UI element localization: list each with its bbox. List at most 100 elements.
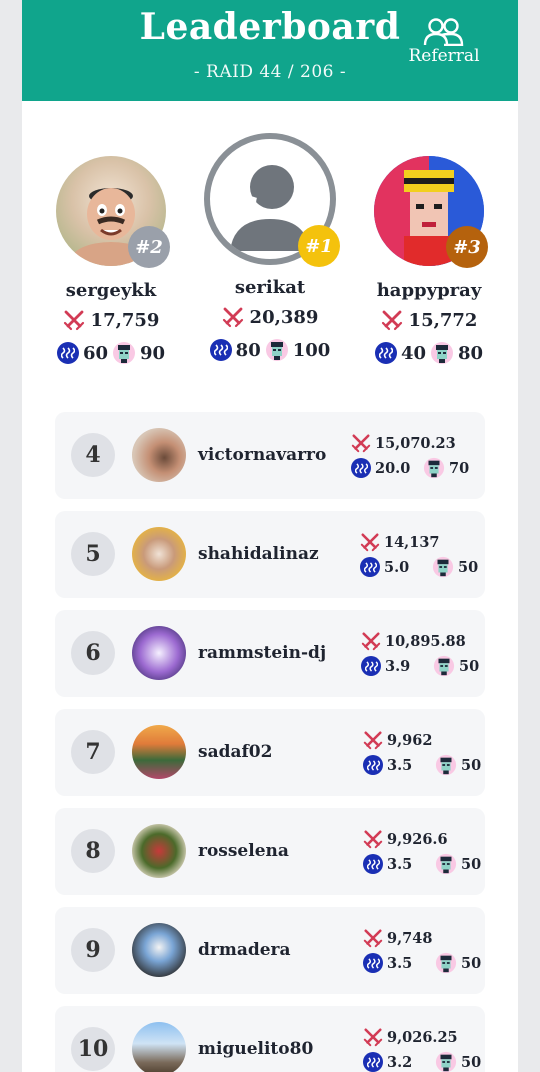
score-value: 10,895.88 [385,632,466,650]
avatar: #2 [56,156,170,268]
steem-icon [361,656,381,676]
steem-value: 60 [82,342,108,364]
rank-number: 5 [71,532,115,576]
row-stats: 14,137 5.0 50 [360,531,478,579]
steem-icon [351,458,371,478]
username[interactable]: rammstein-dj [198,610,326,697]
podium-second[interactable]: #2 sergeykk 17,759 60 90 [36,156,186,365]
token-value: 70 [449,459,470,477]
token-value: 50 [461,756,482,774]
leaderboard-row[interactable]: 7 sadaf02 9,962 3.5 50 [55,709,485,796]
rank-number: 9 [71,928,115,972]
steem-value: 3.5 [387,855,413,873]
podium-score: 15,772 [354,309,504,331]
podium-name: serikat [234,277,306,298]
steem-value: 20.0 [375,459,411,477]
score-value: 9,926.6 [387,830,448,848]
referral-button[interactable]: Referral [402,18,486,66]
podium-name: sergeykk [65,280,157,301]
rank-badge: #3 [446,226,488,268]
token-value: 90 [140,342,166,364]
username[interactable]: drmadera [198,907,291,994]
leaderboard-row[interactable]: 10 miguelito80 9,026.25 3.2 50 [55,1006,485,1072]
username[interactable]: rosselena [198,808,289,895]
leaderboard-row[interactable]: 4 victornavarro 15,070.23 20.0 70 [55,412,485,499]
score-value: 14,137 [384,533,440,551]
steem-value: 3.5 [387,756,413,774]
steem-icon [363,755,383,775]
crossed-swords-icon [222,307,243,328]
token-face-icon [435,853,457,875]
avatar [132,1022,186,1072]
podium-first[interactable]: #1 serikat 20,389 80 100 [195,133,345,362]
steem-icon [363,1052,383,1072]
crossed-swords-icon [363,929,383,948]
podium-score: 20,389 [195,306,345,328]
token-face-icon [265,339,288,361]
podium-score: 17,759 [36,309,186,331]
row-stats: 15,070.23 20.0 70 [351,432,469,480]
crossed-swords-icon [363,731,383,750]
rank-badge: #1 [298,225,340,267]
username[interactable]: victornavarro [198,412,326,499]
rank-number: 7 [71,730,115,774]
steem-value: 80 [235,339,261,361]
token-face-icon [435,952,457,974]
steem-value: 5.0 [384,558,410,576]
crossed-swords-icon [360,533,380,552]
rank-number: 8 [71,829,115,873]
row-stats: 9,962 3.5 50 [363,729,481,777]
score-value: 9,748 [387,929,433,947]
rank-number: 6 [71,631,115,675]
users-icon [423,18,464,46]
score-value: 9,026.25 [387,1028,458,1046]
token-value: 50 [461,1053,482,1071]
podium-third[interactable]: #3 happypray 15,772 40 80 [354,156,504,365]
leaderboard-row[interactable]: 5 shahidalinaz 14,137 5.0 50 [55,511,485,598]
referral-label: Referral [408,46,480,66]
token-face-icon [435,754,457,776]
avatar [132,923,186,977]
crossed-swords-icon [361,632,381,651]
leaderboard-panel: Leaderboard - RAID 44 / 206 - Referral #… [22,0,518,1072]
avatar [132,626,186,680]
steem-value: 3.9 [385,657,411,675]
score-value: 9,962 [387,731,433,749]
score-value: 20,389 [249,306,319,328]
score-value: 17,759 [90,309,160,331]
podium-rewards: 80 100 [195,338,345,362]
username[interactable]: shahidalinaz [198,511,319,598]
username[interactable]: miguelito80 [198,1006,313,1072]
default-avatar-icon: #1 [204,133,340,267]
steem-icon [360,557,380,577]
steem-icon [209,339,232,361]
rank-badge: #2 [128,226,170,268]
header-bar: Leaderboard - RAID 44 / 206 - Referral [22,0,518,101]
row-stats: 9,748 3.5 50 [363,927,481,975]
podium-name: happypray [376,280,482,301]
avatar: #3 [374,156,488,268]
steem-icon [363,953,383,973]
steem-value: 3.2 [387,1053,413,1071]
leaderboard-row[interactable]: 9 drmadera 9,748 3.5 50 [55,907,485,994]
token-face-icon [431,342,453,364]
crossed-swords-icon [351,434,371,453]
rank-number: 10 [71,1027,115,1071]
avatar [132,428,186,482]
leaderboard-row[interactable]: 6 rammstein-dj 10,895.88 3.9 50 [55,610,485,697]
token-face-icon [423,457,445,479]
leaderboard-row[interactable]: 8 rosselena 9,926.6 3.5 50 [55,808,485,895]
score-value: 15,070.23 [375,434,456,452]
token-value: 50 [461,855,482,873]
username[interactable]: sadaf02 [198,709,272,796]
steem-icon [56,342,79,364]
steem-value: 40 [400,342,426,364]
token-value: 50 [458,558,479,576]
crossed-swords-icon [363,830,383,849]
token-value: 50 [459,657,480,675]
crossed-swords-icon [63,310,84,331]
podium-rewards: 60 90 [36,341,186,365]
token-face-icon [435,1051,457,1072]
steem-icon [374,342,397,364]
token-value: 80 [458,342,484,364]
